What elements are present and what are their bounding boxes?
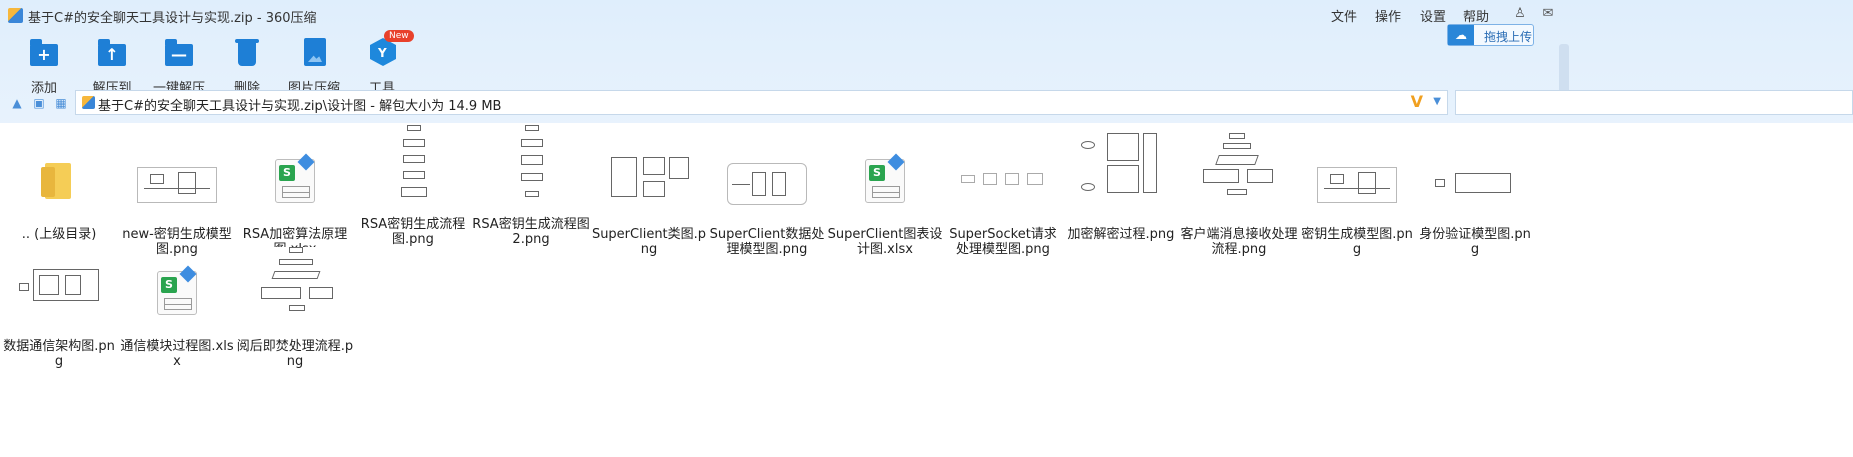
image-thumbnail: [1197, 133, 1281, 213]
image-thumbnail: [253, 247, 337, 325]
app-icon: [8, 8, 23, 23]
image-thumbnail: [607, 143, 691, 213]
list-item[interactable]: .. (上级目录): [0, 143, 118, 242]
list-item[interactable]: S RSA加密算法原理图.xlsx: [236, 143, 354, 257]
window-header: 基于C#的安全聊天工具设计与实现.zip - 360压缩 文件 操作 设置 帮助…: [0, 0, 1853, 143]
one-click-folder-icon: —: [165, 39, 193, 66]
list-item[interactable]: S 通信模块过程图.xlsx: [118, 255, 236, 369]
list-item[interactable]: RSA密钥生成流程图.png: [354, 123, 472, 247]
title-bar: 基于C#的安全聊天工具设计与实现.zip - 360压缩 文件 操作 设置 帮助…: [0, 0, 1853, 30]
spreadsheet-icon: S: [157, 265, 197, 315]
file-name: .. (上级目录): [21, 227, 97, 242]
list-item[interactable]: RSA密钥生成流程图2.png: [472, 123, 590, 247]
file-name: SuperClient图表设计图.xlsx: [827, 227, 943, 257]
address-bar[interactable]: 基于C#的安全聊天工具设计与实现.zip\设计图 - 解包大小为 14.9 MB…: [75, 90, 1448, 115]
list-item[interactable]: 客户端消息接收处理流程.png: [1180, 133, 1298, 257]
file-name: 数据通信架构图.png: [3, 339, 115, 369]
zip-icon: [82, 96, 95, 109]
list-item[interactable]: 阅后即焚处理流程.png: [236, 247, 354, 369]
menu-settings[interactable]: 设置: [1420, 6, 1446, 25]
list-item[interactable]: 身份验证模型图.png: [1416, 143, 1534, 257]
trash-icon: [238, 42, 256, 66]
image-thumbnail: [1433, 143, 1517, 213]
image-thumbnail: [1079, 133, 1163, 213]
menu-file[interactable]: 文件: [1331, 6, 1357, 25]
spreadsheet-icon: S: [865, 153, 905, 203]
spreadsheet-icon: S: [275, 153, 315, 203]
list-item[interactable]: SuperSocket请求处理模型图.png: [944, 143, 1062, 257]
menu-help[interactable]: 帮助: [1463, 6, 1489, 25]
file-name: 阅后即焚处理流程.png: [236, 339, 354, 369]
list-item[interactable]: new-密钥生成模型图.png: [118, 143, 236, 257]
detail-view-icon[interactable]: ▣: [32, 96, 46, 110]
image-thumbnail: [135, 143, 219, 213]
list-item[interactable]: 数据通信架构图.png: [0, 255, 118, 369]
extract-folder-icon: ↑: [98, 39, 126, 66]
list-item[interactable]: S SuperClient图表设计图.xlsx: [826, 143, 944, 257]
upload-button[interactable]: ☁ 拖拽上传: [1447, 24, 1534, 46]
image-thumbnail: [961, 143, 1045, 213]
file-name: 加密解密过程.png: [1067, 227, 1175, 242]
list-item[interactable]: 密钥生成模型图.png: [1298, 143, 1416, 257]
chevron-down-icon[interactable]: ▼: [1433, 96, 1441, 107]
window-title: 基于C#的安全聊天工具设计与实现.zip - 360压缩: [28, 11, 317, 26]
file-list: .. (上级目录) new-密钥生成模型图.png S RSA加密算法原理图.x…: [0, 123, 1853, 457]
file-name: SuperClient数据处理模型图.png: [709, 227, 825, 257]
file-name: new-密钥生成模型图.png: [122, 227, 232, 257]
new-badge: New: [384, 30, 414, 42]
address-path: 基于C#的安全聊天工具设计与实现.zip\设计图 - 解包大小为 14.9 MB: [98, 99, 502, 114]
message-icon[interactable]: ✉: [1540, 6, 1556, 22]
file-name: 密钥生成模型图.png: [1301, 227, 1413, 257]
image-thumbnail: [1315, 143, 1399, 213]
list-item[interactable]: 加密解密过程.png: [1062, 133, 1180, 242]
toolbar: + 添加 ↑ 解压到 — 一键解压 删除 图片压缩 Y New 工具: [0, 30, 1853, 96]
thumbnail-view-icon[interactable]: ▦: [54, 96, 68, 110]
up-arrow-icon[interactable]: ▲: [10, 96, 24, 110]
add-folder-icon: +: [30, 39, 58, 66]
image-thumbnail: [489, 123, 573, 213]
file-name: 身份验证模型图.png: [1419, 227, 1531, 257]
list-item[interactable]: SuperClient数据处理模型图.png: [708, 143, 826, 257]
upload-label: 拖拽上传: [1484, 30, 1533, 44]
verified-icon: V: [1410, 92, 1423, 111]
file-name: RSA密钥生成流程图2.png: [472, 217, 590, 247]
folder-icon: [41, 163, 71, 199]
skin-icon[interactable]: ♙: [1512, 6, 1528, 22]
cloud-icon: ☁: [1448, 25, 1474, 45]
file-name: SuperClient类图.png: [591, 227, 707, 257]
file-name: SuperSocket请求处理模型图.png: [949, 227, 1057, 257]
image-thumbnail: [17, 255, 101, 325]
tools-button[interactable]: Y New 工具: [337, 30, 427, 96]
file-name: 通信模块过程图.xlsx: [120, 339, 234, 369]
search-input[interactable]: [1455, 90, 1853, 115]
file-name: RSA密钥生成流程图.png: [360, 217, 466, 247]
image-thumbnail: [371, 123, 455, 213]
list-item[interactable]: SuperClient类图.png: [590, 143, 708, 257]
address-row: ▲ ▣ ▦ 基于C#的安全聊天工具设计与实现.zip\设计图 - 解包大小为 1…: [0, 90, 1853, 116]
image-thumbnail: [725, 143, 809, 213]
menu-operate[interactable]: 操作: [1375, 6, 1401, 25]
file-name: 客户端消息接收处理流程.png: [1180, 227, 1298, 257]
